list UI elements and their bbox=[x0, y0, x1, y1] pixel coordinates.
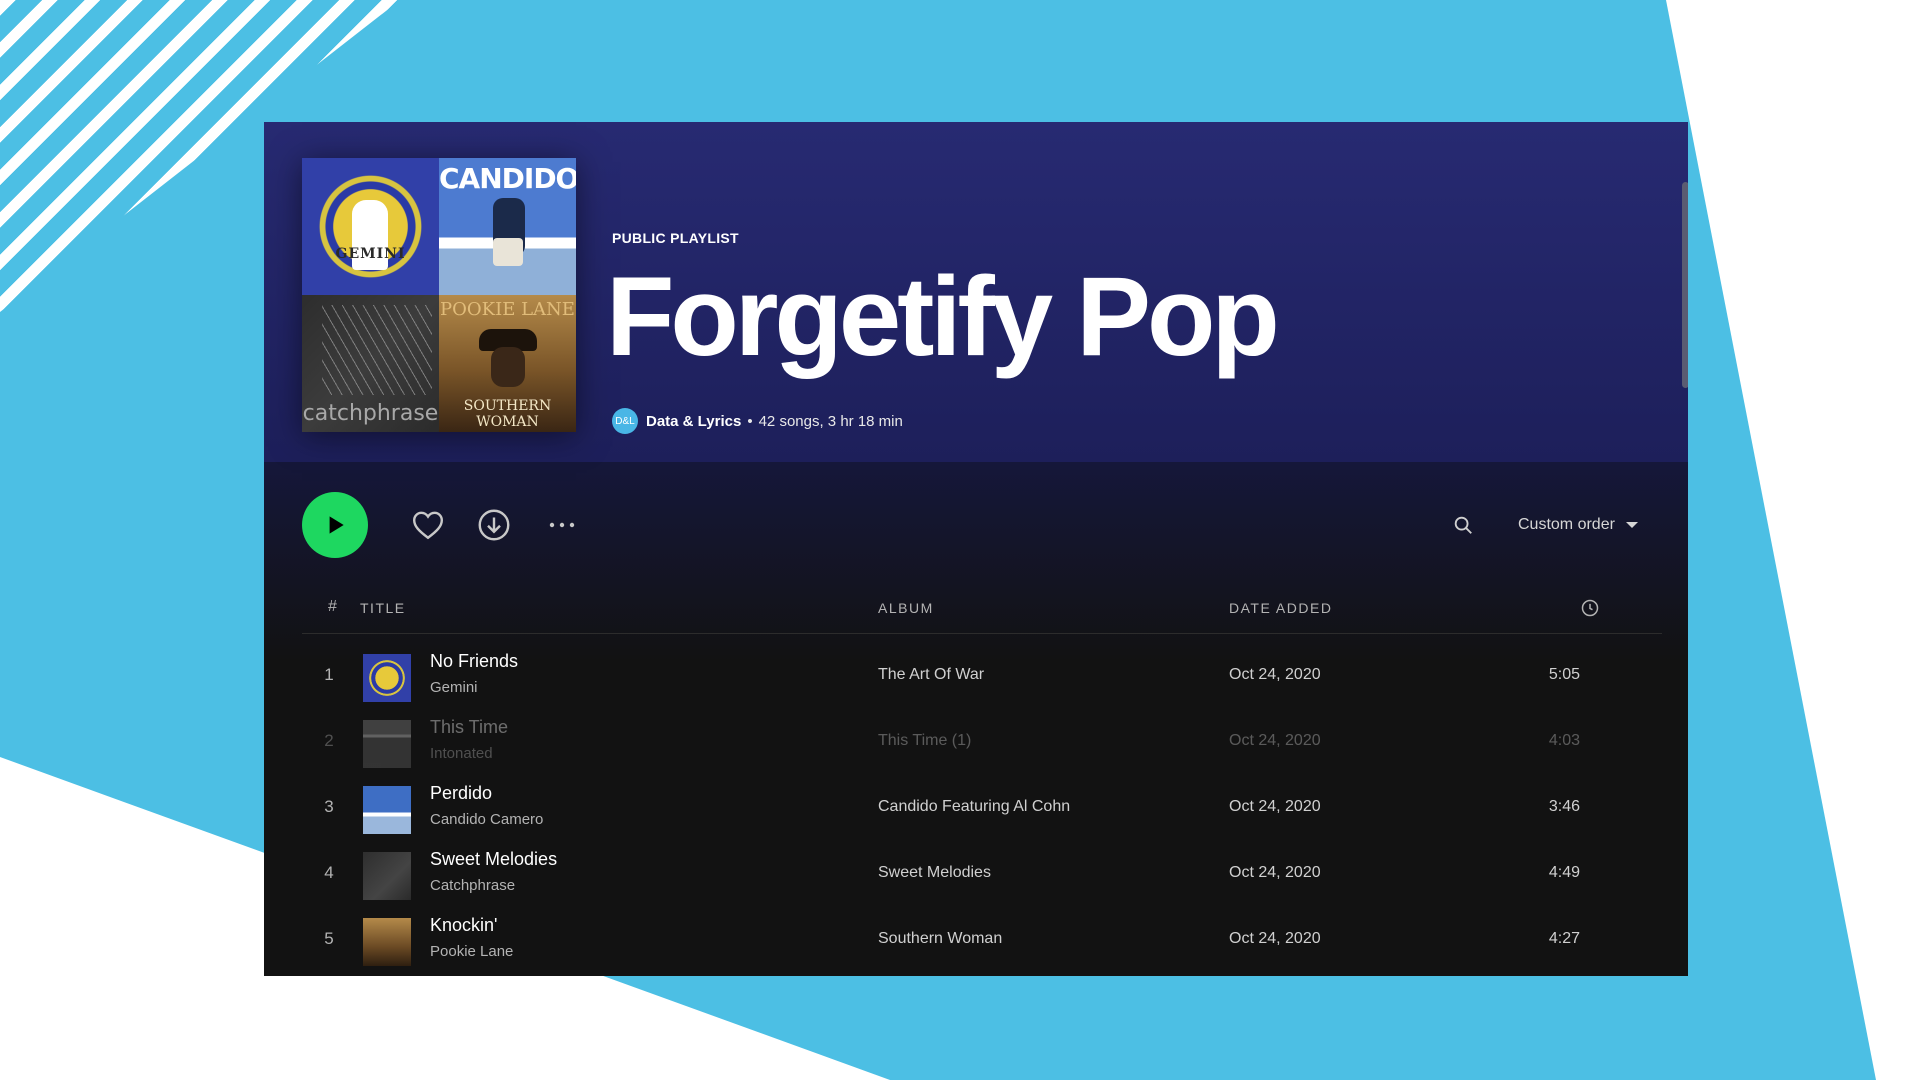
playlist-type-label: PUBLIC PLAYLIST bbox=[612, 230, 739, 246]
cover-tile-southern-woman: POOKIE LANE SOUTHERN WOMAN bbox=[439, 295, 576, 432]
track-number: 1 bbox=[324, 665, 334, 684]
sort-order-label: Custom order bbox=[1518, 516, 1615, 533]
track-row[interactable]: 2 This Time Intonated This Time (1) Oct … bbox=[264, 709, 1688, 775]
track-artist[interactable]: Pookie Lane bbox=[430, 943, 513, 960]
track-album[interactable]: This Time (1) bbox=[878, 732, 971, 750]
track-date-added: Oct 24, 2020 bbox=[1229, 930, 1321, 947]
owner-avatar[interactable]: D&L bbox=[612, 408, 638, 434]
download-icon bbox=[478, 509, 510, 541]
cover-tile-candido: CANDIDO bbox=[439, 158, 576, 295]
track-album-art bbox=[363, 654, 411, 702]
track-artist[interactable]: Gemini bbox=[430, 679, 478, 696]
track-row[interactable]: 3 Perdido Candido Camero Candido Featuri… bbox=[264, 775, 1688, 841]
track-date-added: Oct 24, 2020 bbox=[1229, 864, 1321, 881]
track-row[interactable]: 4 Sweet Melodies Catchphrase Sweet Melod… bbox=[264, 841, 1688, 907]
column-header-number: # bbox=[328, 598, 337, 615]
column-header-duration[interactable] bbox=[1580, 598, 1600, 621]
track-title[interactable]: Knockin' bbox=[430, 915, 497, 936]
caret-down-icon bbox=[1625, 522, 1638, 528]
track-duration: 3:46 bbox=[1548, 798, 1580, 815]
playlist-window: GEMINI CANDIDO catchphrase POOKIE LANE S… bbox=[264, 122, 1688, 976]
track-album[interactable]: Sweet Melodies bbox=[878, 864, 991, 882]
cover-label-candido: CANDIDO bbox=[439, 162, 576, 195]
cover-label-catchphrase: catchphrase bbox=[302, 401, 439, 426]
like-button[interactable] bbox=[408, 505, 448, 545]
track-album-art bbox=[363, 852, 411, 900]
search-icon bbox=[1454, 516, 1472, 534]
track-album-art bbox=[363, 720, 411, 768]
heart-icon bbox=[412, 511, 444, 540]
track-album-art bbox=[363, 918, 411, 966]
playlist-title: Forgetify Pop bbox=[606, 254, 1280, 379]
column-header-title[interactable]: TITLE bbox=[360, 600, 406, 616]
track-date-added: Oct 24, 2020 bbox=[1229, 666, 1321, 683]
track-duration: 4:27 bbox=[1548, 930, 1580, 947]
track-duration: 5:05 bbox=[1548, 666, 1580, 683]
track-title[interactable]: No Friends bbox=[430, 651, 518, 672]
play-icon bbox=[329, 516, 344, 534]
owner-link[interactable]: Data & Lyrics bbox=[646, 413, 741, 430]
track-duration: 4:03 bbox=[1548, 732, 1580, 749]
more-options-button[interactable] bbox=[540, 505, 584, 545]
playlist-meta: D&L Data & Lyrics • 42 songs, 3 hr 18 mi… bbox=[612, 408, 903, 434]
cover-lines bbox=[322, 305, 432, 395]
meta-separator: • bbox=[747, 412, 753, 430]
cover-tile-catchphrase: catchphrase bbox=[302, 295, 439, 432]
sort-order-dropdown[interactable]: Custom order bbox=[1518, 512, 1639, 538]
header-divider bbox=[302, 633, 1662, 634]
track-number: 2 bbox=[324, 731, 334, 750]
track-date-added: Oct 24, 2020 bbox=[1229, 732, 1321, 749]
track-album-art bbox=[363, 786, 411, 834]
track-album[interactable]: Southern Woman bbox=[878, 930, 1002, 948]
download-button[interactable] bbox=[474, 505, 514, 545]
track-number: 4 bbox=[324, 863, 334, 882]
scrollbar-thumb[interactable] bbox=[1682, 182, 1688, 388]
cover-label-pookie-lane: POOKIE LANE bbox=[440, 299, 575, 320]
track-number: 3 bbox=[324, 797, 334, 816]
track-artist[interactable]: Catchphrase bbox=[430, 877, 515, 894]
clock-icon bbox=[1581, 599, 1599, 617]
cover-label-gemini: GEMINI bbox=[335, 246, 406, 262]
cover-tile-gemini: GEMINI bbox=[302, 158, 439, 295]
track-artist[interactable]: Intonated bbox=[430, 745, 493, 762]
track-duration: 4:49 bbox=[1548, 864, 1580, 881]
track-date-added: Oct 24, 2020 bbox=[1229, 798, 1321, 815]
cover-label-southern-woman: SOUTHERN WOMAN bbox=[463, 398, 552, 430]
playlist-stats: 42 songs, 3 hr 18 min bbox=[758, 412, 903, 430]
more-horizontal-icon bbox=[549, 522, 575, 528]
track-row[interactable]: 1 No Friends Gemini The Art Of War Oct 2… bbox=[264, 643, 1688, 709]
track-album[interactable]: The Art Of War bbox=[878, 666, 984, 684]
playlist-cover-mosaic: GEMINI CANDIDO catchphrase POOKIE LANE S… bbox=[302, 158, 576, 432]
track-title[interactable]: Perdido bbox=[430, 783, 492, 804]
track-title[interactable]: Sweet Melodies bbox=[430, 849, 557, 870]
cover-face bbox=[491, 347, 525, 387]
track-number: 5 bbox=[324, 929, 334, 948]
cover-drum bbox=[493, 238, 523, 266]
track-artist[interactable]: Candido Camero bbox=[430, 811, 543, 828]
track-row[interactable]: 5 Knockin' Pookie Lane Southern Woman Oc… bbox=[264, 907, 1688, 973]
column-header-album[interactable]: ALBUM bbox=[878, 600, 934, 616]
track-title[interactable]: This Time bbox=[430, 717, 508, 738]
track-album[interactable]: Candido Featuring Al Cohn bbox=[878, 798, 1070, 816]
controls-band bbox=[264, 462, 1688, 662]
play-button[interactable] bbox=[302, 492, 368, 558]
column-header-date-added[interactable]: DATE ADDED bbox=[1229, 600, 1332, 616]
search-in-playlist-button[interactable] bbox=[1450, 512, 1476, 538]
